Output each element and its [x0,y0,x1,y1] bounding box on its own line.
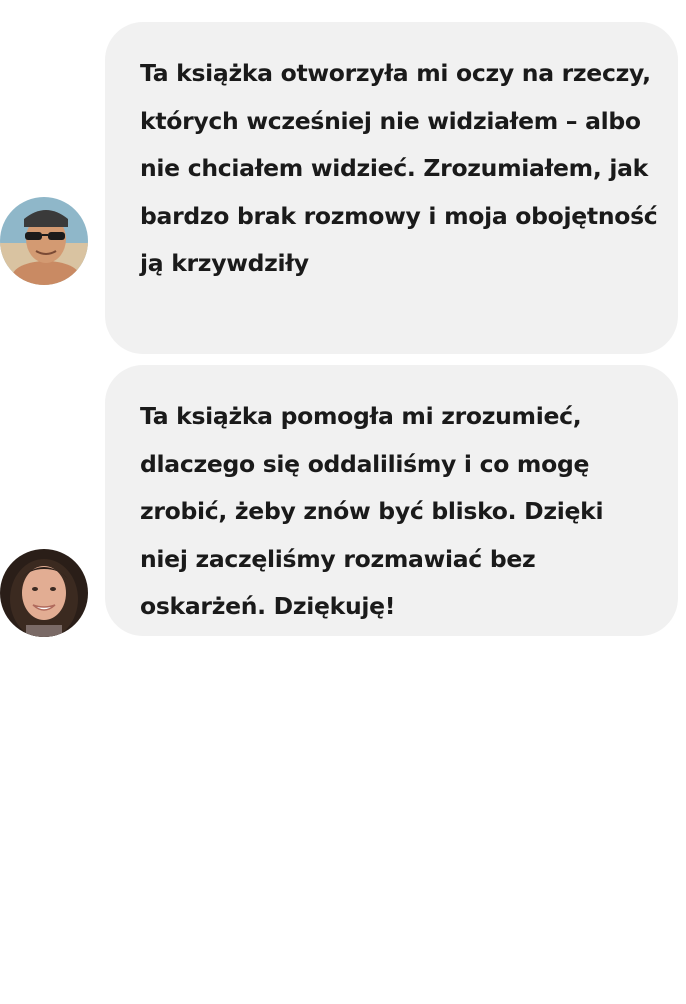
message-bubble: Ta książka pomogła mi zrozumieć, dlaczeg… [105,365,678,636]
avatar [0,549,88,637]
message-text: Ta książka pomogła mi zrozumieć, dlaczeg… [140,402,604,620]
man-with-sunglasses-avatar-icon [0,197,88,285]
message-text: Ta książka otworzyła mi oczy na rzeczy, … [140,59,658,277]
message-item: Ta książka pomogła mi zrozumieć, dlaczeg… [0,365,686,637]
message-bubble: Ta książka otworzyła mi oczy na rzeczy, … [105,22,678,354]
message-item: Ta książka otworzyła mi oczy na rzeczy, … [0,22,686,354]
smiling-woman-avatar-icon [0,549,88,637]
avatar [0,197,88,285]
